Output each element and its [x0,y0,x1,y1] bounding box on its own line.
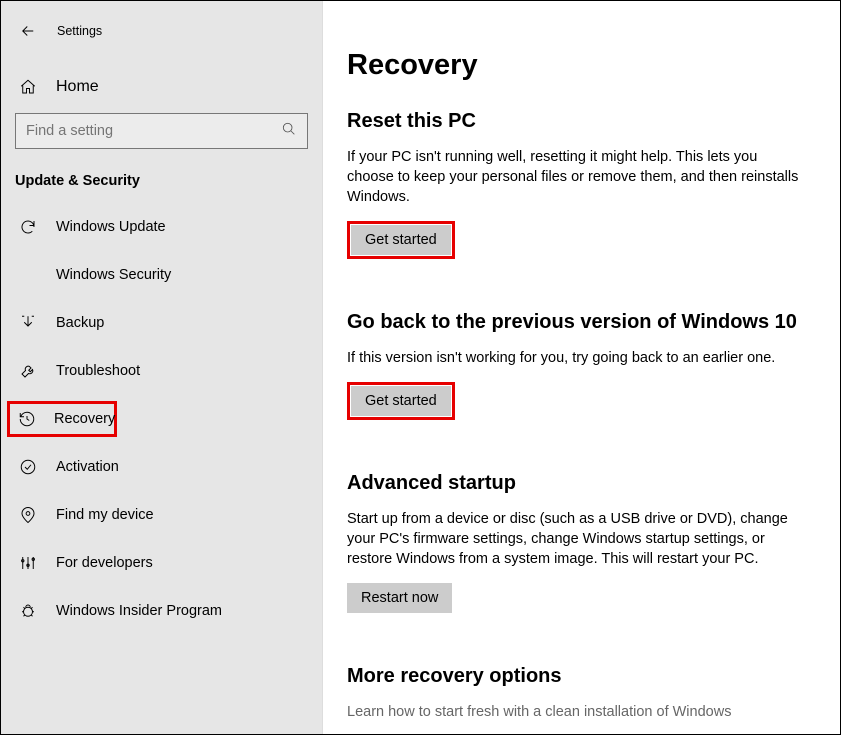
sidebar-item-recovery[interactable]: Recovery [7,401,117,437]
sidebar-item-activation[interactable]: Activation [1,443,322,491]
section-go-back: Go back to the previous version of Windo… [347,311,816,420]
sidebar-item-label: For developers [56,555,153,571]
shield-icon [18,265,38,285]
search-input[interactable] [15,113,308,149]
search-field[interactable] [26,123,281,139]
sync-icon [18,217,38,237]
section-advanced-startup: Advanced startup Start up from a device … [347,472,816,613]
main-content: Recovery Reset this PC If your PC isn't … [323,1,840,734]
section-reset-pc: Reset this PC If your PC isn't running w… [347,110,816,259]
sidebar-item-label: Backup [56,315,104,331]
section-body: If this version isn't working for you, t… [347,348,807,368]
sidebar-item-windows-insider[interactable]: Windows Insider Program [1,587,322,635]
section-heading: More recovery options [347,665,816,688]
section-body: Start up from a device or disc (such as … [347,509,807,569]
backup-icon [18,313,38,333]
section-body: Learn how to start fresh with a clean in… [347,702,807,722]
reset-get-started-button[interactable]: Get started [351,225,451,255]
goback-get-started-button[interactable]: Get started [351,386,451,416]
check-circle-icon [18,457,38,477]
window-title: Settings [57,24,102,38]
sliders-icon [18,553,38,573]
sidebar: Settings Home Update & Security Windows … [1,1,323,734]
page-title: Recovery [347,49,816,82]
section-heading: Go back to the previous version of Windo… [347,311,816,334]
wrench-icon [18,361,38,381]
sidebar-item-find-my-device[interactable]: Find my device [1,491,322,539]
search-icon [281,121,297,142]
bug-icon [18,601,38,621]
back-arrow-icon[interactable] [17,20,39,42]
sidebar-item-backup[interactable]: Backup [1,299,322,347]
home-link[interactable]: Home [1,67,322,107]
sidebar-item-windows-update[interactable]: Windows Update [1,203,322,251]
sidebar-item-label: Windows Insider Program [56,603,222,619]
home-label: Home [56,78,99,96]
sidebar-item-label: Troubleshoot [56,363,140,379]
history-icon [18,409,36,429]
sidebar-item-label: Find my device [56,507,154,523]
sidebar-item-label: Recovery [54,411,115,427]
section-body: If your PC isn't running well, resetting… [347,147,807,207]
sidebar-item-label: Windows Update [56,219,166,235]
category-title: Update & Security [1,163,322,203]
highlight-border: Get started [347,382,455,420]
section-heading: Advanced startup [347,472,816,495]
section-more-recovery: More recovery options Learn how to start… [347,665,816,722]
window-header: Settings [1,13,322,49]
sidebar-item-troubleshoot[interactable]: Troubleshoot [1,347,322,395]
home-icon [18,77,38,97]
location-icon [18,505,38,525]
sidebar-item-label: Windows Security [56,267,171,283]
sidebar-item-windows-security[interactable]: Windows Security [1,251,322,299]
highlight-border: Get started [347,221,455,259]
restart-now-button[interactable]: Restart now [347,583,452,613]
sidebar-item-label: Activation [56,459,119,475]
sidebar-item-for-developers[interactable]: For developers [1,539,322,587]
section-heading: Reset this PC [347,110,816,133]
